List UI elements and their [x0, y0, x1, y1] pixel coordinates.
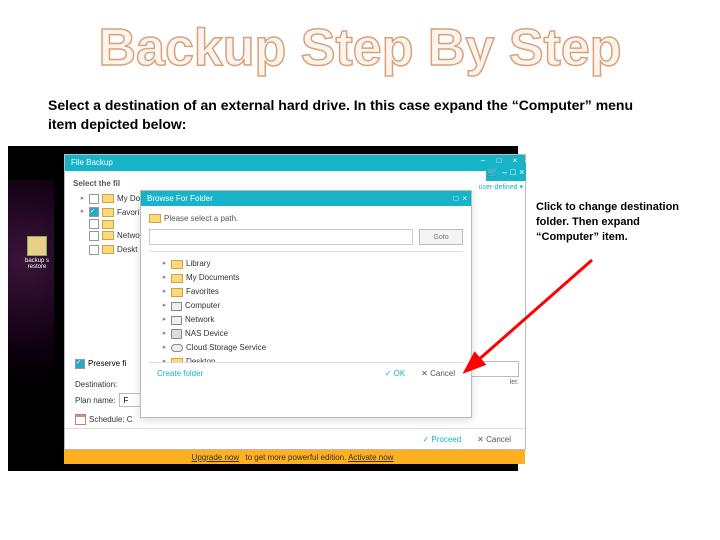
user-defined-dropdown[interactable]: user-defined ▾ — [479, 183, 523, 191]
tree-item-computer: ▸Computer — [161, 299, 461, 313]
tree-item-mydocs: ▸My Documents — [161, 271, 461, 285]
callout-text: Click to change destination folder. Then… — [536, 200, 704, 245]
cloud-icon — [171, 344, 183, 352]
activate-link[interactable]: Activate now — [348, 453, 393, 462]
preserve-checkbox[interactable]: Preserve fi — [75, 359, 126, 369]
folder-icon — [102, 208, 114, 217]
desktop-wallpaper — [8, 180, 54, 380]
ok-button[interactable]: ✓ OK — [385, 369, 405, 378]
browse-folder-dialog: Browse For Folder □ × Please select a pa… — [140, 190, 472, 418]
dialog-titlebar: Browse For Folder □ × — [141, 191, 471, 206]
dialog-max-button[interactable]: □ — [453, 191, 458, 206]
dialog-close-button[interactable]: × — [462, 191, 467, 206]
schedule-label[interactable]: Schedule: C — [89, 415, 133, 424]
folder-icon — [171, 274, 183, 283]
folder-tree[interactable]: ▸Library ▸My Documents ▸Favorites ▸Compu… — [149, 251, 463, 363]
upgrade-banner[interactable]: Upgrade now to get more powerful edition… — [64, 450, 525, 464]
goto-button[interactable]: Goto — [419, 229, 463, 245]
folder-icon — [102, 231, 114, 240]
tree-item-library: ▸Library — [161, 257, 461, 271]
upgrade-link[interactable]: Upgrade now — [192, 453, 240, 462]
app-title: File Backup — [71, 158, 113, 167]
destination-label: Destination: — [75, 380, 117, 389]
desktop-shortcut[interactable]: backup s restore — [22, 236, 52, 270]
folder-icon — [102, 245, 114, 254]
proceed-button[interactable]: ✓ Proceed — [422, 435, 461, 444]
folder-icon — [171, 288, 183, 297]
shortcut-label: backup s restore — [22, 258, 52, 270]
max2-icon[interactable]: □ — [510, 167, 515, 177]
slide-subtitle: Select a destination of an external hard… — [48, 96, 658, 134]
screenshot-area: backup s restore File Backup – □ × 🛒 – □… — [8, 146, 518, 471]
nas-icon — [171, 329, 182, 339]
network-icon — [171, 316, 182, 325]
tree-item-desktop: ▸Desktop — [161, 355, 461, 363]
shortcut-icon — [27, 236, 47, 256]
slide-title: Backup Step By Step — [0, 18, 720, 78]
close2-icon[interactable]: × — [519, 167, 524, 177]
select-files-label: Select the fil — [73, 179, 517, 188]
tree-item-cloud: ▸Cloud Storage Service — [161, 341, 461, 355]
path-prompt: Please select a path. — [164, 214, 463, 223]
dialog-title: Browse For Folder — [147, 194, 213, 203]
calendar-icon — [75, 414, 86, 425]
plan-name-label: Plan name: — [75, 396, 115, 405]
create-folder-link[interactable]: Create folder — [157, 369, 203, 378]
path-input[interactable] — [149, 229, 413, 245]
folder-icon — [171, 260, 183, 269]
cancel-button[interactable]: ✕ Cancel — [477, 435, 511, 444]
tree-item-nas: ▸NAS Device — [161, 327, 461, 341]
tree-item-network: ▸Network — [161, 313, 461, 327]
cart-icon[interactable]: 🛒 — [488, 167, 499, 178]
folder-icon — [102, 194, 114, 203]
dialog-cancel-button[interactable]: ✕ Cancel — [421, 369, 455, 378]
folder-icon — [102, 220, 114, 229]
computer-icon — [171, 302, 182, 311]
folder-icon — [149, 214, 161, 223]
folder-hint: ler. — [510, 379, 519, 386]
app-toolbar-right[interactable]: 🛒 – □ × — [486, 163, 526, 181]
app-footer: ✓ Proceed ✕ Cancel — [65, 428, 525, 449]
app-titlebar: File Backup – □ × — [65, 155, 525, 171]
min2-icon[interactable]: – — [502, 167, 507, 177]
tree-item-favorites: ▸Favorites — [161, 285, 461, 299]
